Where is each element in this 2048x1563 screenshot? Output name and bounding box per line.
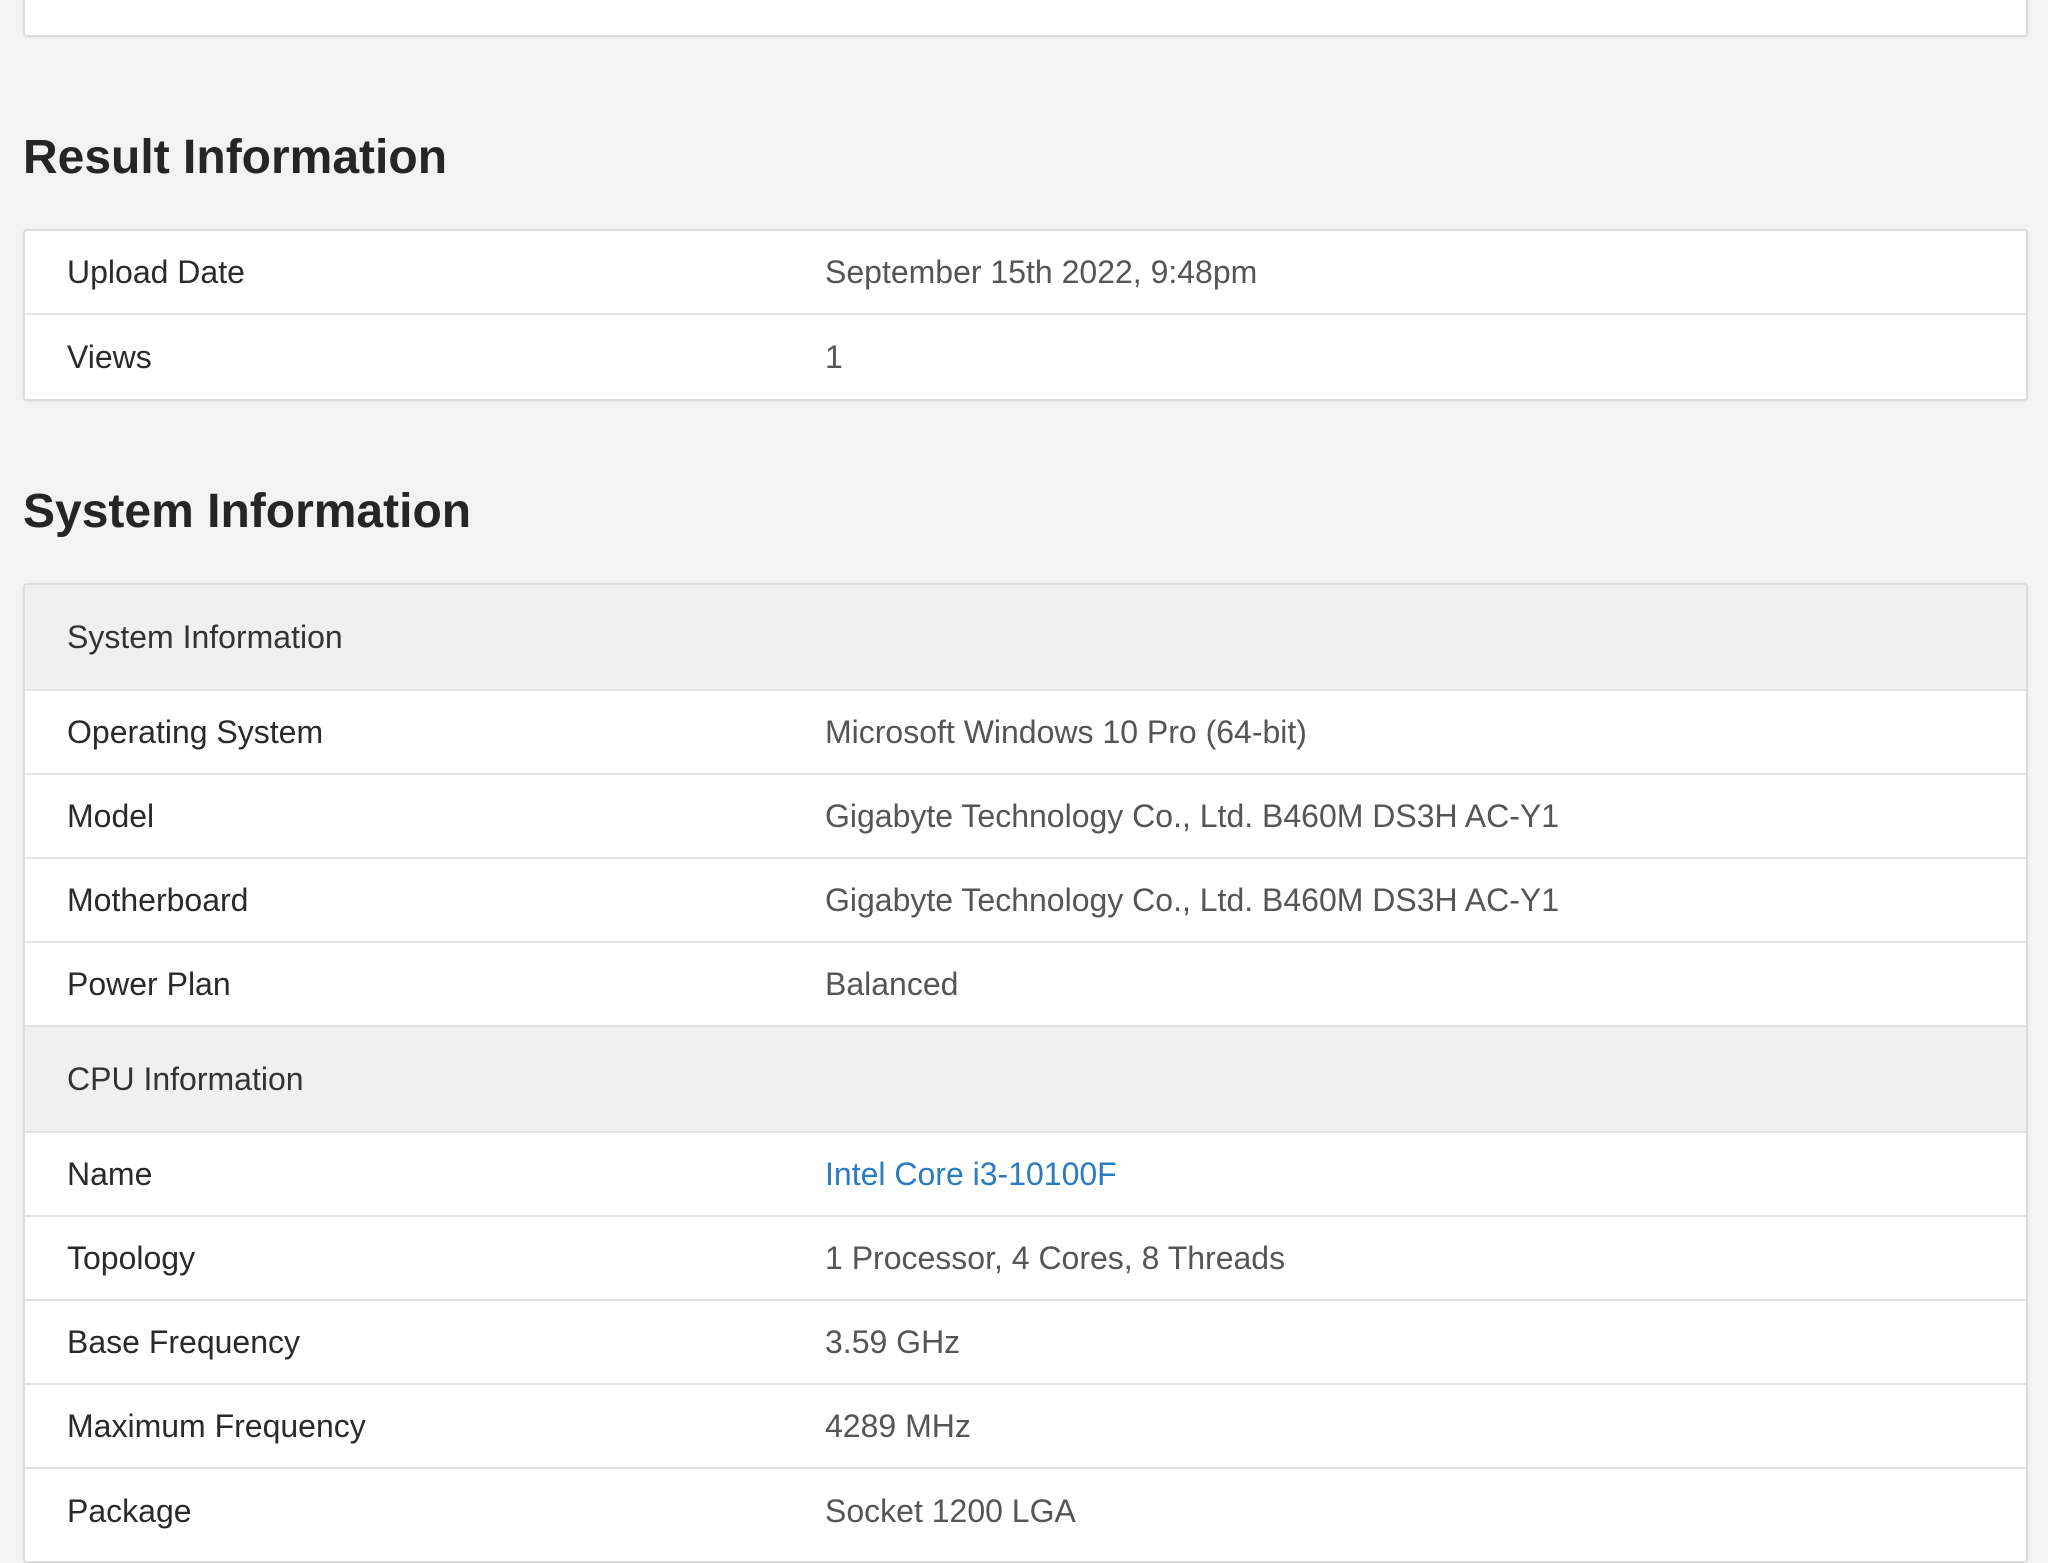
system-information-group-header: System Information — [25, 585, 2026, 691]
base-frequency-label: Base Frequency — [67, 1323, 301, 1360]
table-row: Operating System Microsoft Windows 10 Pr… — [25, 691, 2026, 775]
base-frequency-value: 3.59 GHz — [825, 1323, 961, 1360]
table-row: Topology 1 Processor, 4 Cores, 8 Threads — [25, 1217, 2026, 1301]
table-row: Views 1 — [25, 315, 2026, 399]
package-label: Package — [67, 1492, 192, 1529]
views-value: 1 — [825, 338, 843, 375]
motherboard-value: Gigabyte Technology Co., Ltd. B460M DS3H… — [825, 881, 1560, 918]
power-plan-label: Power Plan — [67, 965, 231, 1002]
table-row: Motherboard Gigabyte Technology Co., Ltd… — [25, 859, 2026, 943]
motherboard-label: Motherboard — [67, 881, 249, 918]
previous-card — [23, 0, 2028, 37]
maximum-frequency-value: 4289 MHz — [825, 1407, 971, 1444]
group-header-label: CPU Information — [67, 1060, 304, 1097]
topology-value: 1 Processor, 4 Cores, 8 Threads — [825, 1239, 1286, 1276]
table-row: Power Plan Balanced — [25, 943, 2026, 1027]
operating-system-label: Operating System — [67, 713, 324, 750]
upload-date-label: Upload Date — [67, 253, 245, 290]
table-row: Package Socket 1200 LGA — [25, 1469, 2026, 1553]
cpu-name-label: Name — [67, 1155, 153, 1192]
maximum-frequency-label: Maximum Frequency — [67, 1407, 366, 1444]
result-information-table: Upload Date September 15th 2022, 9:48pm … — [23, 229, 2028, 401]
power-plan-value: Balanced — [825, 965, 959, 1002]
model-label: Model — [67, 797, 155, 834]
table-row: Name Intel Core i3-10100F — [25, 1133, 2026, 1217]
table-row: Base Frequency 3.59 GHz — [25, 1301, 2026, 1385]
operating-system-value: Microsoft Windows 10 Pro (64-bit) — [825, 713, 1307, 750]
system-information-title: System Information — [23, 485, 472, 538]
cpu-name-link[interactable]: Intel Core i3-10100F — [825, 1156, 2026, 1193]
views-label: Views — [67, 338, 152, 375]
cpu-information-group-header: CPU Information — [25, 1027, 2026, 1133]
table-row: Upload Date September 15th 2022, 9:48pm — [25, 231, 2026, 315]
upload-date-value: September 15th 2022, 9:48pm — [825, 253, 1258, 290]
package-value: Socket 1200 LGA — [825, 1492, 1076, 1529]
model-value: Gigabyte Technology Co., Ltd. B460M DS3H… — [825, 797, 1560, 834]
group-header-label: System Information — [67, 618, 343, 655]
table-row: Model Gigabyte Technology Co., Ltd. B460… — [25, 775, 2026, 859]
result-information-title: Result Information — [23, 131, 448, 184]
system-information-table: System Information Operating System Micr… — [23, 583, 2028, 1563]
topology-label: Topology — [67, 1239, 196, 1276]
table-row: Maximum Frequency 4289 MHz — [25, 1385, 2026, 1469]
